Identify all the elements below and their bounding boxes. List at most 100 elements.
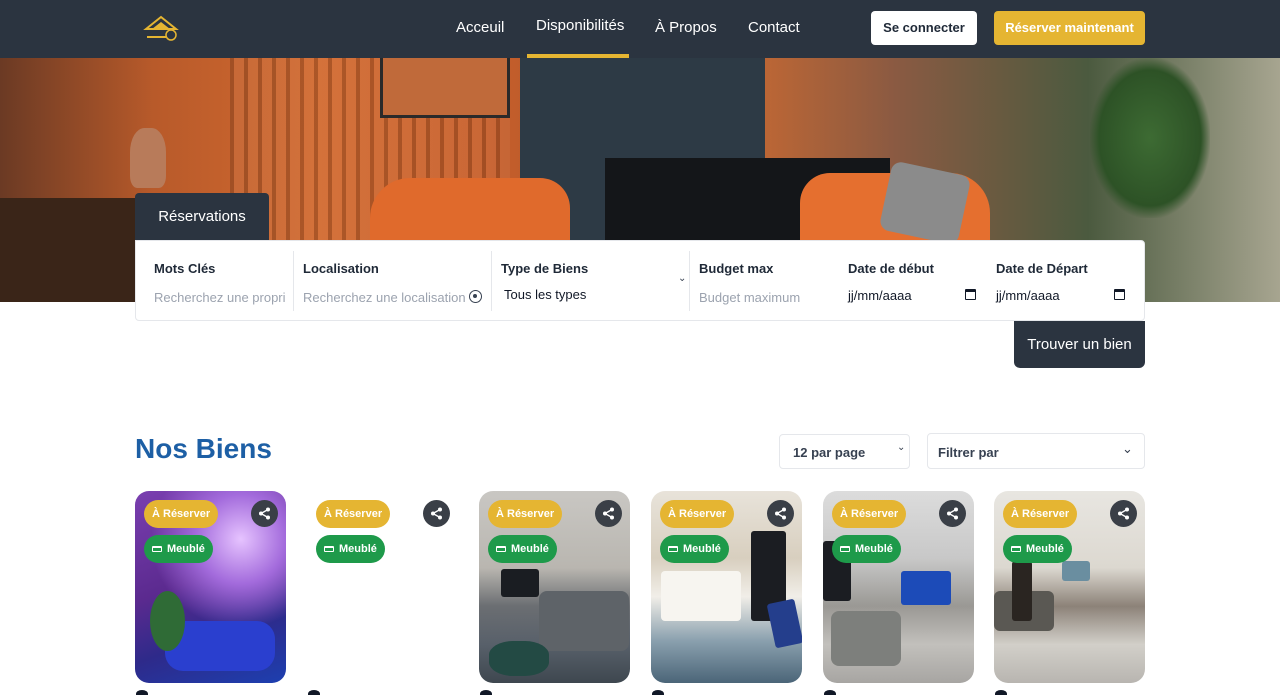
share-button[interactable] bbox=[1110, 500, 1137, 527]
chevron-down-icon: ⌄ bbox=[897, 442, 906, 453]
locate-me-icon[interactable] bbox=[469, 290, 482, 303]
per-page-select[interactable]: 12 par page ⌄ bbox=[779, 434, 910, 469]
bed-icon bbox=[496, 546, 506, 552]
start-date-label: Date de début bbox=[848, 261, 934, 276]
card-photo-tv bbox=[501, 569, 539, 597]
share-icon bbox=[259, 507, 270, 520]
nav-link-disponibilites[interactable]: Disponibilités bbox=[536, 0, 624, 58]
property-card[interactable]: À Réserver Meublé bbox=[994, 491, 1145, 683]
share-icon bbox=[947, 507, 958, 520]
property-card[interactable]: À Réserver Meublé bbox=[135, 491, 286, 683]
budget-field: Budget max bbox=[699, 251, 829, 312]
end-date-field[interactable]: Date de Départ jj/mm/aaaa bbox=[996, 251, 1126, 312]
bed-icon bbox=[324, 546, 334, 552]
filter-select[interactable]: Filtrer par ⌄ bbox=[927, 433, 1145, 469]
furnished-badge: Meublé bbox=[316, 535, 385, 563]
keywords-field: Mots Clés bbox=[154, 251, 289, 312]
share-button[interactable] bbox=[939, 500, 966, 527]
find-property-button[interactable]: Trouver un bien bbox=[1014, 321, 1145, 368]
card-photo-plant bbox=[150, 591, 185, 651]
furnished-label: Meublé bbox=[167, 543, 205, 555]
location-pin-icon bbox=[995, 690, 1007, 695]
card-photo-door bbox=[1012, 561, 1032, 621]
calendar-icon[interactable] bbox=[965, 289, 976, 300]
property-type-select[interactable]: Tous les types bbox=[504, 287, 586, 302]
card-photo-rug bbox=[489, 641, 549, 676]
end-date-label: Date de Départ bbox=[996, 261, 1088, 276]
keywords-input[interactable] bbox=[154, 287, 286, 307]
nav-link-contact[interactable]: Contact bbox=[748, 0, 800, 58]
start-date-input[interactable]: jj/mm/aaaa bbox=[848, 288, 912, 303]
status-badge: À Réserver bbox=[144, 500, 219, 528]
share-button[interactable] bbox=[251, 500, 278, 527]
keywords-label: Mots Clés bbox=[154, 261, 216, 276]
property-card[interactable]: À Réserver Meublé bbox=[823, 491, 974, 683]
status-badge: À Réserver bbox=[1003, 500, 1078, 528]
filter-label: Filtrer par bbox=[938, 445, 999, 460]
property-card[interactable]: À Réserver Meublé bbox=[307, 491, 458, 683]
hero-side-table bbox=[0, 198, 140, 302]
field-divider bbox=[689, 251, 690, 311]
card-photo-bed bbox=[661, 571, 741, 621]
hero-wall-frame bbox=[380, 58, 510, 118]
location-pin-icon bbox=[136, 690, 148, 695]
nav-link-a-propos[interactable]: À Propos bbox=[655, 0, 717, 58]
start-date-field[interactable]: Date de début jj/mm/aaaa bbox=[848, 251, 978, 312]
status-badge: À Réserver bbox=[316, 500, 391, 528]
property-type-label: Type de Biens bbox=[501, 261, 589, 276]
budget-label: Budget max bbox=[699, 261, 774, 276]
bed-icon bbox=[1011, 546, 1021, 552]
budget-input[interactable] bbox=[699, 287, 827, 307]
card-photo-tv bbox=[766, 598, 802, 649]
book-now-button[interactable]: Réserver maintenant bbox=[994, 11, 1145, 45]
card-photo-sofa bbox=[539, 591, 629, 651]
calendar-icon[interactable] bbox=[1114, 289, 1125, 300]
share-icon bbox=[603, 507, 614, 520]
location-field: Localisation bbox=[303, 251, 493, 312]
share-icon bbox=[1118, 507, 1129, 520]
field-divider bbox=[491, 251, 492, 311]
brand-logo[interactable] bbox=[143, 13, 179, 43]
property-type-field[interactable]: Type de Biens Tous les types ⌄ bbox=[501, 251, 691, 312]
hero-vase bbox=[130, 128, 166, 188]
furnished-badge: Meublé bbox=[832, 535, 901, 563]
location-label: Localisation bbox=[303, 261, 379, 276]
chevron-down-icon: ⌄ bbox=[1122, 441, 1133, 456]
furnished-badge: Meublé bbox=[660, 535, 729, 563]
login-button[interactable]: Se connecter bbox=[871, 11, 977, 45]
tab-reservations[interactable]: Réservations bbox=[135, 193, 269, 240]
end-date-input[interactable]: jj/mm/aaaa bbox=[996, 288, 1060, 303]
share-icon bbox=[431, 507, 442, 520]
furnished-label: Meublé bbox=[683, 543, 721, 555]
hero-plant bbox=[1090, 58, 1210, 218]
section-title: Nos Biens bbox=[135, 433, 272, 464]
card-photo-tv bbox=[901, 571, 951, 605]
location-pin-icon bbox=[824, 690, 836, 695]
furnished-label: Meublé bbox=[339, 543, 377, 555]
property-card[interactable]: À Réserver Meublé bbox=[479, 491, 630, 683]
furnished-label: Meublé bbox=[1026, 543, 1064, 555]
location-pin-icon bbox=[652, 690, 664, 695]
location-pin-icon bbox=[308, 690, 320, 695]
status-badge: À Réserver bbox=[832, 500, 907, 528]
property-card[interactable]: À Réserver Meublé bbox=[651, 491, 802, 683]
share-icon bbox=[775, 507, 786, 520]
bed-icon bbox=[152, 546, 162, 552]
nav-link-acceuil[interactable]: Acceuil bbox=[456, 0, 504, 58]
per-page-value: 12 par page bbox=[793, 445, 866, 460]
furnished-label: Meublé bbox=[855, 543, 893, 555]
bed-icon bbox=[668, 546, 678, 552]
status-badge: À Réserver bbox=[660, 500, 735, 528]
location-input[interactable] bbox=[303, 287, 465, 307]
share-button[interactable] bbox=[423, 500, 450, 527]
share-button[interactable] bbox=[767, 500, 794, 527]
furnished-badge: Meublé bbox=[1003, 535, 1072, 563]
field-divider bbox=[293, 251, 294, 311]
furnished-label: Meublé bbox=[511, 543, 549, 555]
furnished-badge: Meublé bbox=[488, 535, 557, 563]
card-photo-art bbox=[1062, 561, 1090, 581]
search-panel: Mots Clés Localisation Type de Biens Tou… bbox=[135, 240, 1145, 321]
bed-icon bbox=[840, 546, 850, 552]
furnished-badge: Meublé bbox=[144, 535, 213, 563]
share-button[interactable] bbox=[595, 500, 622, 527]
